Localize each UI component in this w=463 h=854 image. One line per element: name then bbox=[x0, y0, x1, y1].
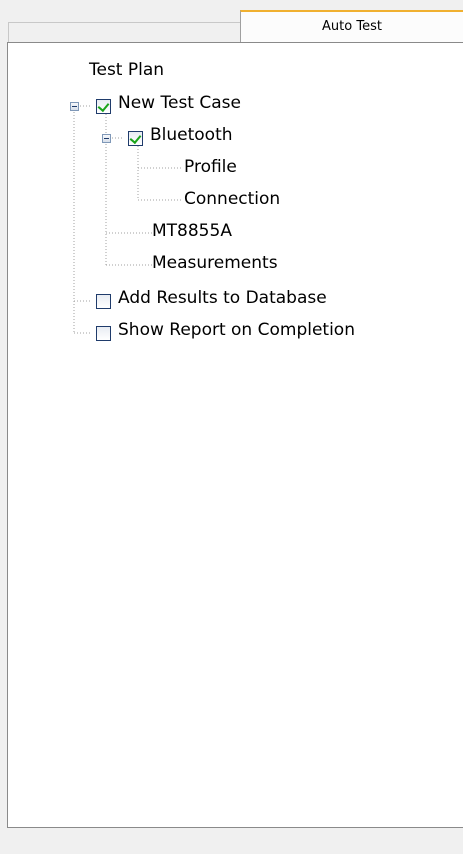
add-results-checkbox[interactable] bbox=[96, 294, 111, 309]
collapse-icon[interactable] bbox=[102, 134, 111, 143]
tab-auto-test[interactable]: Auto Test bbox=[240, 10, 463, 43]
tab-inactive[interactable] bbox=[8, 22, 242, 43]
tree-node-test-plan[interactable]: Test Plan bbox=[89, 60, 164, 80]
tree-node-mt8855a[interactable]: MT8855A bbox=[152, 221, 232, 241]
tab-bar: Auto Test bbox=[0, 0, 463, 43]
tree-node-measurements[interactable]: Measurements bbox=[152, 253, 278, 273]
tree-node-add-results[interactable]: Add Results to Database bbox=[118, 288, 327, 308]
tree-node-show-report[interactable]: Show Report on Completion bbox=[118, 320, 355, 340]
tree-node-new-test-case[interactable]: New Test Case bbox=[118, 93, 241, 113]
collapse-icon[interactable] bbox=[70, 102, 79, 111]
tree-node-connection[interactable]: Connection bbox=[184, 189, 280, 209]
test-plan-tree: Test Plan New Test Case Bluetooth Profil… bbox=[8, 43, 463, 827]
test-plan-panel: Test Plan New Test Case Bluetooth Profil… bbox=[7, 42, 463, 828]
tree-node-profile[interactable]: Profile bbox=[184, 157, 237, 177]
bluetooth-checkbox[interactable] bbox=[128, 131, 143, 146]
new-test-case-checkbox[interactable] bbox=[96, 99, 111, 114]
tab-auto-test-label: Auto Test bbox=[322, 19, 382, 34]
tree-node-bluetooth[interactable]: Bluetooth bbox=[150, 125, 233, 145]
show-report-checkbox[interactable] bbox=[96, 326, 111, 341]
